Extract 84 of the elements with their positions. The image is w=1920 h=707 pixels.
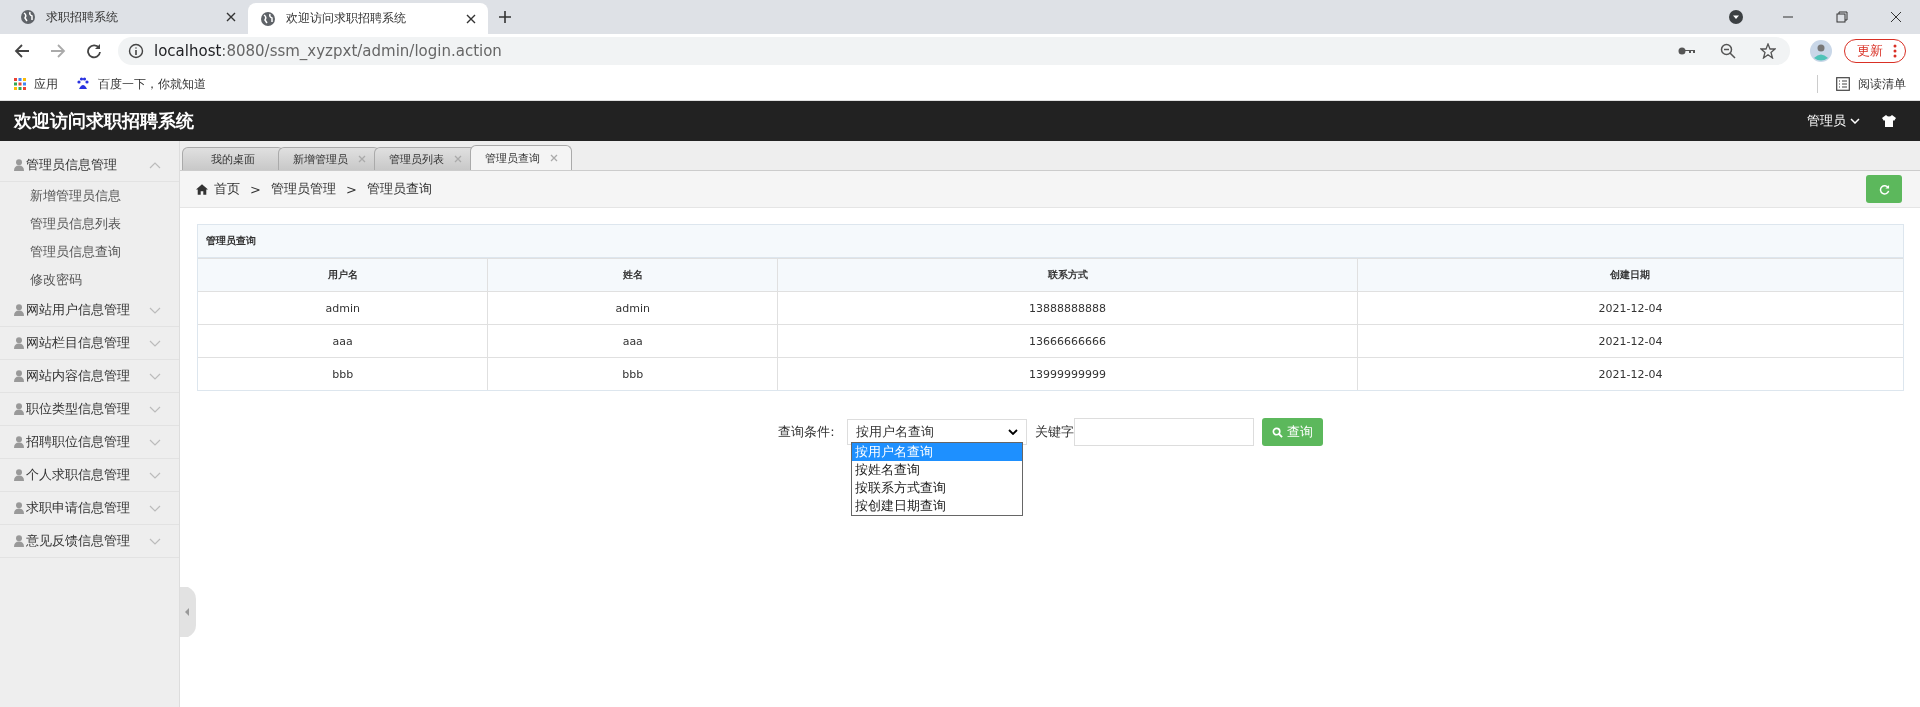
user-icon xyxy=(14,502,24,514)
refresh-icon xyxy=(1878,183,1890,195)
update-button[interactable]: 更新 xyxy=(1844,39,1906,63)
reload-icon[interactable] xyxy=(86,43,102,59)
browser-tab[interactable]: 求职招聘系统 xyxy=(8,3,248,31)
sidebar-group[interactable]: 意见反馈信息管理 xyxy=(0,525,179,558)
globe-icon xyxy=(260,10,276,27)
browser-tab[interactable]: 欢迎访问求职招聘系统 xyxy=(248,3,488,34)
close-icon[interactable] xyxy=(1890,11,1902,23)
breadcrumb-link[interactable]: 管理员查询 xyxy=(366,180,432,198)
dropdown-option[interactable]: 按联系方式查询 xyxy=(851,479,1022,497)
user-icon xyxy=(14,535,24,547)
globe-icon xyxy=(20,9,36,25)
search-icon xyxy=(1271,426,1283,438)
breadcrumb-separator: > xyxy=(250,181,261,197)
table-cell: admin xyxy=(198,291,488,325)
home-icon xyxy=(196,183,208,195)
condition-select[interactable]: 按用户名查询 xyxy=(846,419,1027,445)
sidebar-group[interactable]: 管理员信息管理 xyxy=(0,149,179,182)
tab-search-icon[interactable] xyxy=(1728,9,1744,25)
page-tab[interactable]: 管理员查询 xyxy=(470,145,572,170)
close-icon[interactable] xyxy=(466,13,476,24)
more-icon xyxy=(1893,44,1897,58)
bookmark[interactable]: 百度一下，你就知道 xyxy=(76,75,206,93)
column-header: 创建日期 xyxy=(1357,258,1903,292)
sidebar-item[interactable]: 修改密码 xyxy=(0,266,179,294)
table-cell: admin xyxy=(487,291,778,325)
query-label: 查询条件: xyxy=(778,423,835,441)
collapse-handle-icon[interactable] xyxy=(180,587,196,637)
zoom-out-icon[interactable] xyxy=(1720,43,1736,59)
table-cell: 2021-12-04 xyxy=(1357,357,1903,390)
apps-icon xyxy=(14,78,26,90)
back-icon[interactable] xyxy=(14,43,30,59)
new-tab-icon[interactable] xyxy=(498,10,512,24)
info-icon xyxy=(128,43,144,59)
user-icon xyxy=(14,304,24,316)
user-icon xyxy=(14,469,24,481)
sidebar-group[interactable]: 个人求职信息管理 xyxy=(0,459,179,492)
dropdown-option[interactable]: 按创建日期查询 xyxy=(851,497,1022,515)
shirt-icon[interactable] xyxy=(1882,115,1896,127)
user-menu[interactable]: 管理员 xyxy=(1801,111,1866,131)
keyword-input[interactable] xyxy=(1073,418,1254,446)
table-cell: bbb xyxy=(198,357,488,390)
table-cell: 13666666666 xyxy=(777,324,1358,358)
sidebar-group[interactable]: 职位类型信息管理 xyxy=(0,393,179,426)
avatar-icon[interactable] xyxy=(1810,40,1832,62)
breadcrumb-separator: > xyxy=(345,181,357,197)
table-cell: 13888888888 xyxy=(777,291,1358,325)
sidebar-item[interactable]: 管理员信息列表 xyxy=(0,210,179,238)
keyword-label: 关键字 xyxy=(1034,423,1074,441)
dropdown-option[interactable]: 按姓名查询 xyxy=(851,461,1022,479)
user-icon xyxy=(14,337,24,349)
breadcrumb-link[interactable]: 首页 xyxy=(214,180,240,198)
sidebar-group[interactable]: 求职申请信息管理 xyxy=(0,492,179,525)
sidebar-group[interactable]: 网站栏目信息管理 xyxy=(0,327,179,360)
user-icon xyxy=(14,436,24,448)
url-text: localhost:8080/ssm_xyzpxt/admin/login.action xyxy=(154,42,502,60)
user-icon xyxy=(14,370,24,382)
sidebar-item[interactable]: 新增管理员信息 xyxy=(0,182,179,210)
column-header: 联系方式 xyxy=(777,258,1358,292)
sidebar-group[interactable]: 招聘职位信息管理 xyxy=(0,426,179,459)
chevron-down-icon xyxy=(1850,118,1860,124)
user-icon xyxy=(14,159,24,171)
sidebar-item[interactable]: 管理员信息查询 xyxy=(0,238,179,266)
paw-icon xyxy=(76,77,90,91)
table-cell: aaa xyxy=(487,324,778,358)
sidebar-group[interactable]: 网站内容信息管理 xyxy=(0,360,179,393)
key-icon[interactable] xyxy=(1678,45,1696,57)
breadcrumb-link[interactable]: 管理员管理 xyxy=(270,180,336,198)
column-header: 姓名 xyxy=(487,258,778,292)
app-title: 欢迎访问求职招聘系统 xyxy=(14,109,194,133)
address-bar[interactable]: localhost:8080/ssm_xyzpxt/admin/login.action xyxy=(118,37,1790,65)
column-header: 用户名 xyxy=(198,258,488,292)
star-icon[interactable] xyxy=(1760,43,1776,59)
sidebar-group[interactable]: 网站用户信息管理 xyxy=(0,294,179,327)
chevron-down-icon xyxy=(1007,429,1018,435)
list-icon xyxy=(1836,77,1850,91)
reading-list[interactable]: 阅读清单 xyxy=(1836,75,1906,93)
close-icon[interactable] xyxy=(226,12,236,22)
table-cell: aaa xyxy=(198,324,488,358)
bookmark[interactable]: 应用 xyxy=(14,75,58,93)
panel-title: 管理员查询 xyxy=(198,225,1903,258)
restore-icon[interactable] xyxy=(1836,11,1848,23)
user-icon xyxy=(14,403,24,415)
